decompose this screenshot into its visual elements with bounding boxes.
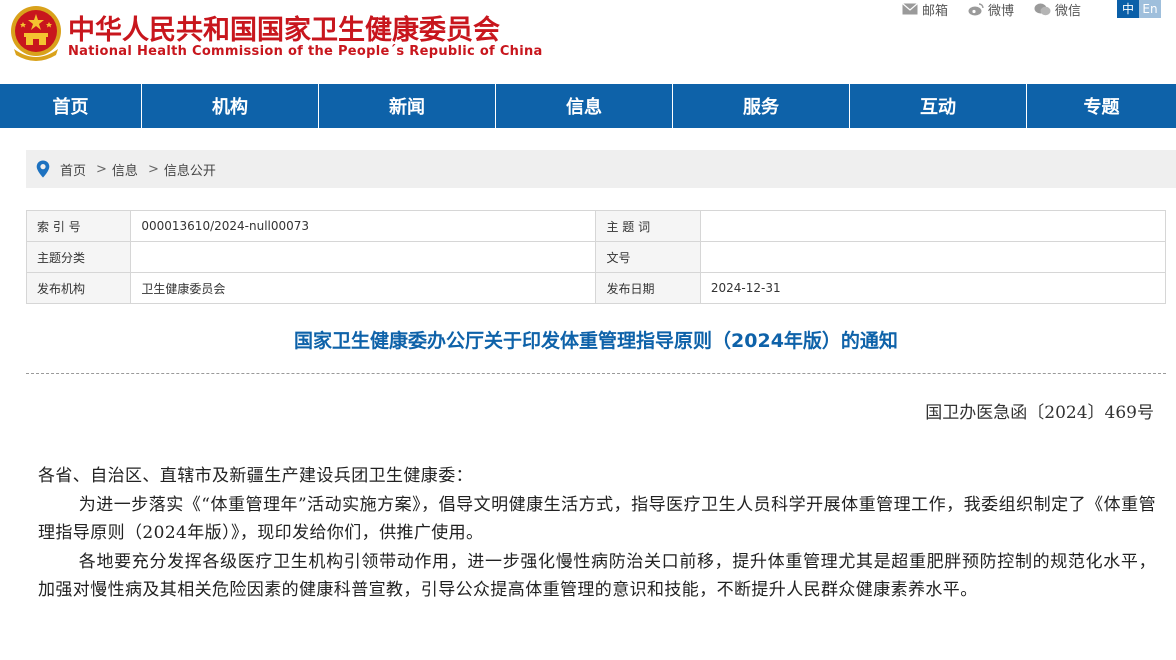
meta-key-publish-date: 发布日期 <box>595 272 701 304</box>
nav-item-home[interactable]: 首页 <box>0 84 142 128</box>
meta-value-index-number: 000013610/2024-null00073 <box>130 210 597 242</box>
meta-value-category <box>130 241 597 273</box>
article-body: 各省、自治区、直辖市及新疆生产建设兵团卫生健康委： 为进一步落实《“体重管理年”… <box>38 462 1156 605</box>
meta-key-doc-number: 文号 <box>595 241 701 273</box>
weibo-link[interactable]: 微博 <box>968 0 1014 19</box>
breadcrumb: 首页 > 信息 > 信息公开 <box>26 150 1176 188</box>
wechat-link[interactable]: 微信 <box>1034 0 1081 19</box>
header-tools: 邮箱 微博 微信 <box>902 0 1101 19</box>
meta-value-publisher: 卫生健康委员会 <box>130 272 597 304</box>
meta-value-doc-number <box>699 241 1167 273</box>
breadcrumb-separator: > <box>96 161 107 177</box>
meta-key-category: 主题分类 <box>25 241 132 273</box>
breadcrumb-information[interactable]: 信息 <box>112 160 138 179</box>
meta-key-keywords: 主 题 词 <box>595 210 701 242</box>
table-row: 主题分类 文号 <box>25 241 1167 273</box>
meta-value-keywords <box>699 210 1167 242</box>
weibo-label: 微博 <box>988 3 1015 19</box>
language-switch: 中 En <box>1117 0 1161 18</box>
nav-item-topics[interactable]: 专题 <box>1027 84 1176 128</box>
main-nav: 首页 机构 新闻 信息 服务 互动 专题 <box>0 84 1176 128</box>
title-divider <box>26 373 1166 374</box>
breadcrumb-info-disclosure[interactable]: 信息公开 <box>164 160 216 179</box>
wechat-label: 微信 <box>1055 3 1082 19</box>
table-row: 索 引 号 000013610/2024-null00073 主 题 词 <box>25 210 1167 242</box>
lang-en-button[interactable]: En <box>1139 0 1161 18</box>
meta-value-publish-date: 2024-12-31 <box>699 272 1167 304</box>
nav-item-information[interactable]: 信息 <box>496 84 673 128</box>
mail-icon <box>902 3 918 15</box>
article-paragraph: 各地要充分发挥各级医疗卫生机构引领带动作用，进一步强化慢性病防治关口前移，提升体… <box>38 551 1156 601</box>
site-title[interactable]: 中华人民共和国国家卫生健康委员会 <box>68 8 500 47</box>
national-emblem-icon[interactable] <box>8 5 64 63</box>
breadcrumb-separator: > <box>147 161 159 177</box>
table-row: 发布机构 卫生健康委员会 发布日期 2024-12-31 <box>25 272 1167 304</box>
nav-item-services[interactable]: 服务 <box>673 84 850 128</box>
mail-link[interactable]: 邮箱 <box>902 0 948 19</box>
article-title: 国家卫生健康委办公厅关于印发体重管理指导原则（2024年版）的通知 <box>294 330 898 352</box>
mail-label: 邮箱 <box>922 3 949 19</box>
site-header: 中华人民共和国国家卫生健康委员会 National Health Commiss… <box>0 0 1176 84</box>
meta-key-index-number: 索 引 号 <box>25 210 132 242</box>
nav-item-institutions[interactable]: 机构 <box>142 84 319 128</box>
breadcrumb-home[interactable]: 首页 <box>60 160 86 179</box>
nav-item-interaction[interactable]: 互动 <box>850 84 1027 128</box>
location-pin-icon <box>36 160 50 178</box>
article-salutation: 各省、自治区、直辖市及新疆生产建设兵团卫生健康委： <box>38 466 473 486</box>
weibo-icon <box>968 2 984 15</box>
nav-item-news[interactable]: 新闻 <box>319 84 496 128</box>
lang-zh-button[interactable]: 中 <box>1117 0 1139 18</box>
wechat-icon <box>1034 3 1051 15</box>
site-title-english[interactable]: National Health Commission of the People… <box>68 44 543 59</box>
document-number: 国卫办医急函〔2024〕469号 <box>925 403 1154 423</box>
article-paragraph: 为进一步落实《“体重管理年”活动实施方案》，倡导文明健康生活方式，指导医疗卫生人… <box>38 494 1156 544</box>
meta-key-publisher: 发布机构 <box>25 272 132 304</box>
document-metadata-table: 索 引 号 000013610/2024-null00073 主 题 词 主题分… <box>25 210 1167 304</box>
